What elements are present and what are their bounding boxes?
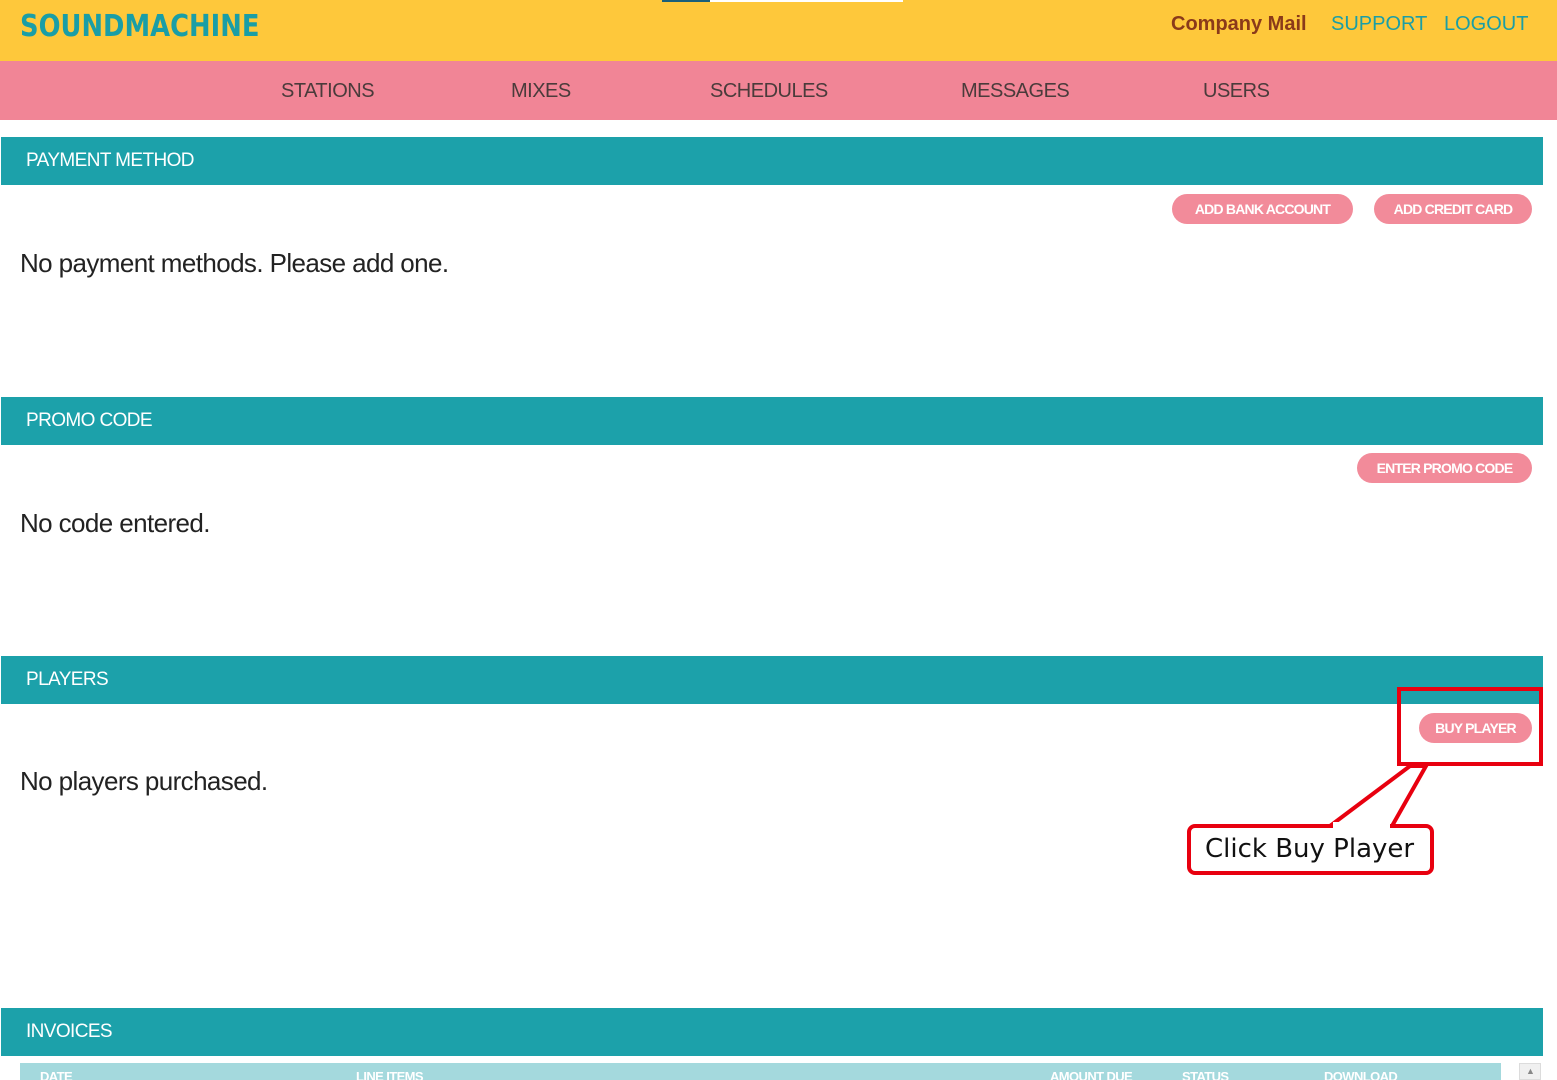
section-title: INVOICES xyxy=(26,1021,113,1042)
nav-item-messages[interactable]: MESSAGES xyxy=(961,80,1070,103)
annotation-callout: Click Buy Player xyxy=(1187,824,1434,875)
section-title: PLAYERS xyxy=(26,669,109,690)
callout-text: Click Buy Player xyxy=(1205,834,1415,864)
column-header-line-items[interactable]: LINE ITEMS xyxy=(356,1069,424,1080)
players-header: PLAYERS xyxy=(1,656,1543,704)
annotation-highlight-box xyxy=(1397,687,1543,766)
nav-item-schedules[interactable]: SCHEDULES xyxy=(710,80,828,103)
top-bar: SOUNDMACHINE Company Mail SUPPORT LOGOUT xyxy=(0,0,1557,61)
payment-empty-message: No payment methods. Please add one. xyxy=(20,248,449,278)
add-credit-card-button[interactable]: ADD CREDIT CARD xyxy=(1374,194,1532,224)
add-bank-account-button[interactable]: ADD BANK ACCOUNT xyxy=(1172,194,1353,224)
invoices-table-header: DATE LINE ITEMS AMOUNT DUE STATUS DOWNLO… xyxy=(20,1063,1501,1080)
top-strip-dark xyxy=(662,0,710,2)
company-mail-link[interactable]: Company Mail xyxy=(1171,13,1307,36)
column-header-status[interactable]: STATUS xyxy=(1182,1069,1229,1080)
nav-item-users[interactable]: USERS xyxy=(1203,80,1270,103)
top-strip-light xyxy=(710,0,903,2)
promo-code-header: PROMO CODE xyxy=(1,397,1543,445)
payment-method-header: PAYMENT METHOD xyxy=(1,137,1543,185)
promo-empty-message: No code entered. xyxy=(20,508,210,538)
column-header-download[interactable]: DOWNLOAD xyxy=(1324,1069,1398,1080)
column-header-amount-due[interactable]: AMOUNT DUE xyxy=(1050,1069,1133,1080)
players-empty-message: No players purchased. xyxy=(20,766,268,796)
main-nav: STATIONS MIXES SCHEDULES MESSAGES USERS xyxy=(0,61,1557,120)
nav-item-mixes[interactable]: MIXES xyxy=(511,80,571,103)
enter-promo-code-button[interactable]: ENTER PROMO CODE xyxy=(1357,453,1532,483)
app-logo[interactable]: SOUNDMACHINE xyxy=(20,9,259,44)
section-title: PAYMENT METHOD xyxy=(26,150,194,171)
invoices-header: INVOICES xyxy=(1,1008,1543,1056)
section-title: PROMO CODE xyxy=(26,410,153,431)
scroll-up-button[interactable]: ▲ xyxy=(1519,1063,1541,1080)
nav-item-stations[interactable]: STATIONS xyxy=(281,80,375,103)
support-link[interactable]: SUPPORT xyxy=(1331,13,1427,36)
triangle-up-icon: ▲ xyxy=(1526,1066,1535,1076)
logout-link[interactable]: LOGOUT xyxy=(1444,13,1528,36)
column-header-date[interactable]: DATE xyxy=(40,1069,73,1080)
